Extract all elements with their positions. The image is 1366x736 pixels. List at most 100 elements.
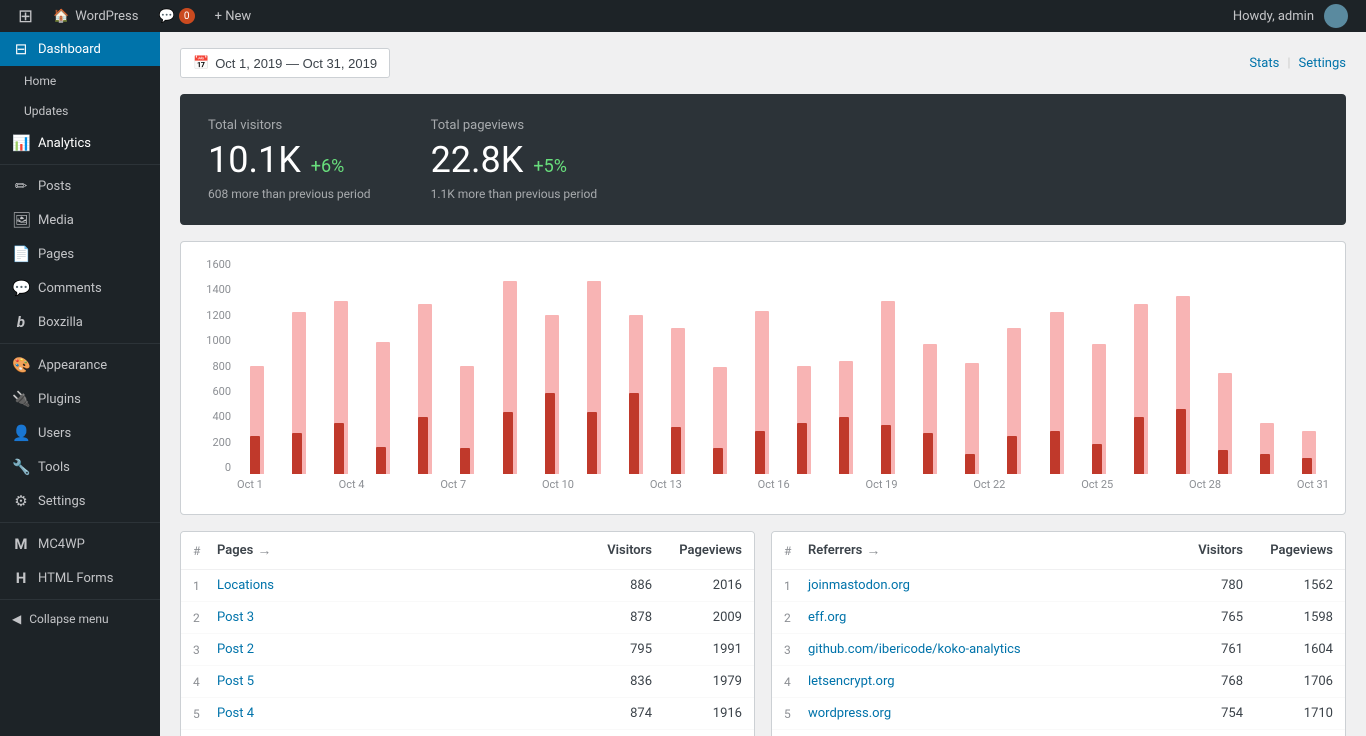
referrers-row-link-0[interactable]: joinmastodon.org [808,578,910,593]
stats-link[interactable]: Stats [1249,56,1279,71]
bar-visitors-20 [1092,444,1102,474]
sidebar-item-media[interactable]: 🖼 Media [0,203,160,237]
sidebar-item-html-forms[interactable]: H HTML Forms [0,561,160,595]
referrers-row-num-4: 5 [784,707,808,721]
y-label-1600: 1600 [197,258,237,271]
x-label-oct28: Oct 28 [1189,478,1221,498]
sidebar-item-analytics[interactable]: 📊 Analytics [0,126,160,160]
sidebar-home-label: Home [24,74,56,88]
sidebar-item-tools[interactable]: 🔧 Tools [0,450,160,484]
pages-row-num-1: 2 [193,611,217,625]
sidebar-item-posts[interactable]: ✏ Posts [0,169,160,203]
wp-logo-icon[interactable]: ⊞ [8,6,43,27]
sidebar-item-users[interactable]: 👤 Users [0,416,160,450]
adminbar-new[interactable]: + New [205,0,262,32]
bar-group-24 [1247,423,1287,474]
y-label-1200: 1200 [197,309,237,322]
collapse-menu-button[interactable]: ◀ Collapse menu [0,604,160,634]
bar-group-0 [237,366,277,474]
pages-row-link-1[interactable]: Post 3 [217,610,254,625]
y-label-0: 0 [197,461,237,474]
bar-visitors-25 [1302,458,1312,474]
referrers-row-4: 5 wordpress.org 754 1710 [772,698,1345,730]
referrers-row-visitors-3: 768 [1163,674,1243,689]
sidebar-item-plugins[interactable]: 🔌 Plugins [0,382,160,416]
bar-visitors-3 [376,447,386,474]
bar-visitors-23 [1218,450,1228,474]
bar-group-5 [447,366,487,474]
date-range-button[interactable]: 📅 Oct 1, 2019 — Oct 31, 2019 [180,48,390,78]
sidebar-item-comments[interactable]: 💬 Comments [0,271,160,305]
settings-link[interactable]: Settings [1299,56,1346,71]
bar-pageviews-2 [334,301,348,474]
bar-visitors-19 [1050,431,1060,474]
site-name: WordPress [75,9,138,24]
sidebar-item-mc4wp[interactable]: M MC4WP [0,527,160,561]
bar-group-18 [994,328,1034,474]
sidebar-item-appearance[interactable]: 🎨 Appearance [0,348,160,382]
bar-visitors-17 [965,454,975,474]
sidebar-item-pages[interactable]: 📄 Pages [0,237,160,271]
calendar-icon: 📅 [193,55,209,71]
sidebar-mc4wp-label: MC4WP [38,537,85,552]
pages-row-link-4[interactable]: Post 4 [217,706,254,721]
pageviews-sub: 1.1K more than previous period [431,187,598,201]
referrers-row-link-2[interactable]: github.com/ibericode/koko-analytics [808,642,1021,657]
comment-count: 0 [179,8,195,24]
referrers-row-num-1: 2 [784,611,808,625]
pages-arrow-icon: → [257,542,271,559]
comments-nav-icon: 💬 [12,279,30,297]
pages-row-link-3[interactable]: Post 5 [217,674,254,689]
pageviews-change: +5% [533,156,567,177]
referrers-row-pageviews-1: 1598 [1243,610,1333,625]
referrers-row-link-1[interactable]: eff.org [808,610,846,625]
pages-row-name-2: Post 2 [217,642,572,657]
chart-y-labels: 1600 1400 1200 1000 800 600 400 200 0 [197,258,237,474]
bar-pageviews-17 [965,363,979,474]
bar-pageviews-11 [713,367,727,474]
bar-group-8 [574,281,614,474]
bar-visitors-18 [1007,436,1017,474]
appearance-icon: 🎨 [12,356,30,374]
pages-row-name-0: Locations [217,578,572,593]
pages-row-link-0[interactable]: Locations [217,578,274,593]
adminbar-comments[interactable]: 💬 0 [148,0,204,32]
referrers-title-header: Referrers → [808,542,1163,559]
referrers-row-name-2: github.com/ibericode/koko-analytics [808,642,1163,657]
referrers-row-3: 4 letsencrypt.org 768 1706 [772,666,1345,698]
pages-visitors-header: Visitors [572,543,652,558]
html-forms-icon: H [12,569,30,587]
referrers-row-link-4[interactable]: wordpress.org [808,706,891,721]
referrers-row-1: 2 eff.org 765 1598 [772,602,1345,634]
adminbar-user[interactable]: Howdy, admin [1223,0,1358,32]
sidebar-item-dashboard[interactable]: ⊟ Dashboard [0,32,160,66]
pages-row-4: 5 Post 4 874 1916 [181,698,754,730]
sidebar-item-updates[interactable]: Updates [0,96,160,126]
sidebar: ⊟ Dashboard Home Updates 📊 Analytics ✏ P… [0,32,160,736]
bar-group-12 [742,311,782,474]
sidebar-item-boxzilla[interactable]: b Boxzilla [0,305,160,339]
sidebar-settings-label: Settings [38,494,85,509]
x-label-oct19: Oct 19 [866,478,898,498]
y-label-800: 800 [197,360,237,373]
adminbar-site[interactable]: 🏠 WordPress [43,0,148,32]
pages-row-link-2[interactable]: Post 2 [217,642,254,657]
referrers-row-visitors-0: 780 [1163,578,1243,593]
boxzilla-icon: b [12,313,30,331]
pages-table-body: 1 Locations 886 2016 2 Post 3 878 2009 3… [181,570,754,736]
sidebar-comments-label: Comments [38,281,102,296]
referrers-row-link-3[interactable]: letsencrypt.org [808,674,895,689]
pages-row-pageviews-4: 1916 [652,706,742,721]
bar-visitors-8 [587,412,597,474]
pages-pageviews-header: Pageviews [652,543,742,558]
sidebar-item-home[interactable]: Home [0,66,160,96]
pages-row-num-3: 4 [193,675,217,689]
sidebar-item-settings[interactable]: ⚙ Settings [0,484,160,518]
admin-bar: ⊞ 🏠 WordPress 💬 0 + New Howdy, admin [0,0,1366,32]
referrers-hash: # [784,544,808,558]
pages-row-visitors-2: 795 [572,642,652,657]
pages-row-name-4: Post 4 [217,706,572,721]
bar-group-23 [1205,373,1245,474]
bar-visitors-6 [503,412,513,474]
referrers-row-pageviews-4: 1710 [1243,706,1333,721]
